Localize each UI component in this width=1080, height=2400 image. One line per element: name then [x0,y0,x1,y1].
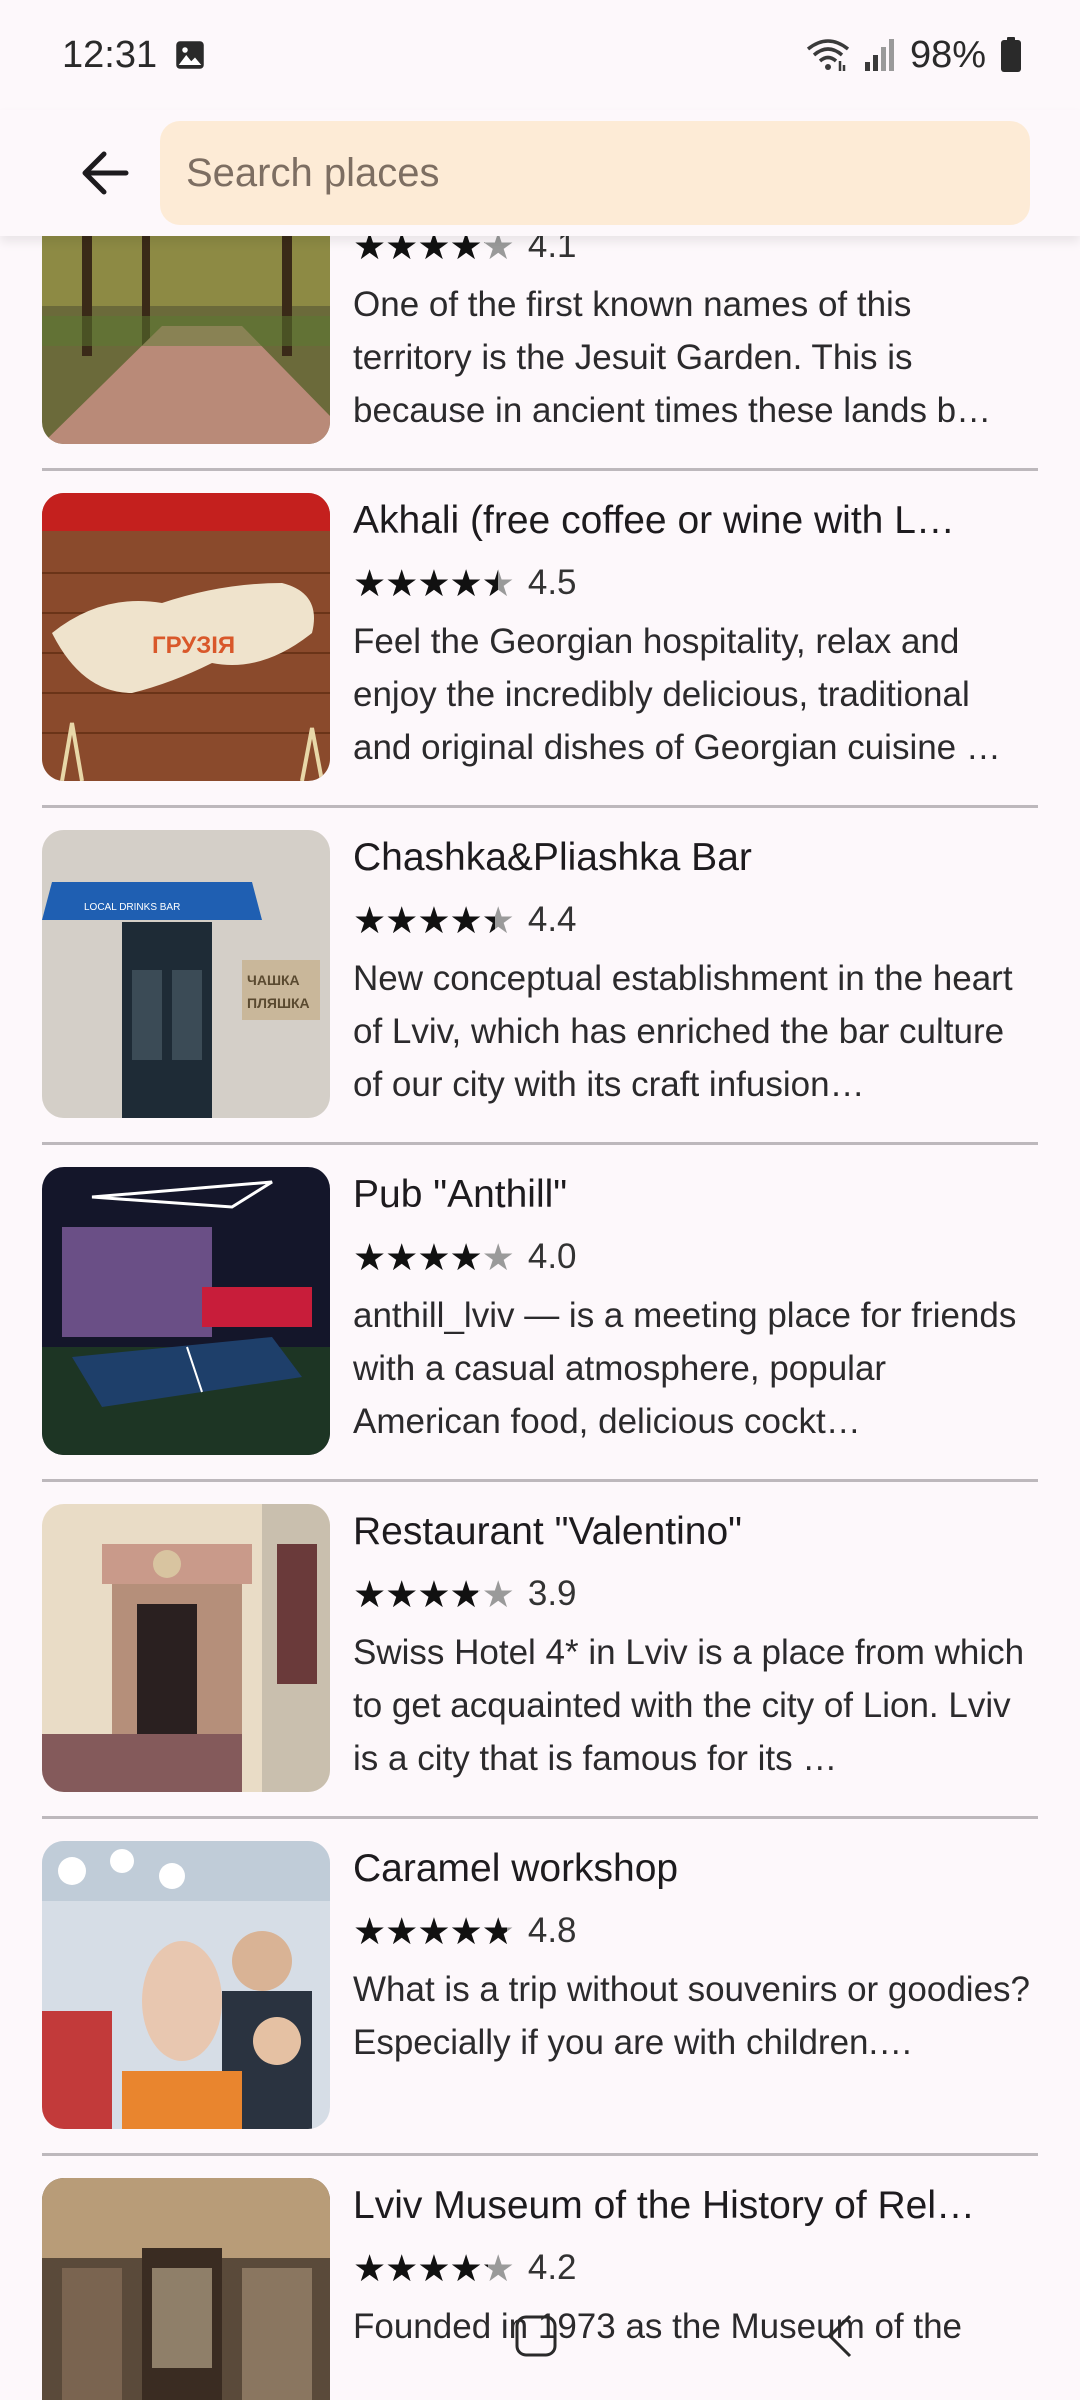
place-thumbnail: ГРУЗІЯ [42,493,330,781]
place-content: Akhali (free coffee or wine with L… ★★★★… [353,493,1033,774]
place-thumbnail [42,1167,330,1455]
place-content: ★★★★★★★★★★ 4.1 One of the first known na… [353,236,1033,437]
rating-row: ★★★★★★★★★★ 3.9 [353,1566,1033,1622]
rating-value: 4.4 [527,900,577,939]
place-content: Pub "Anthill" ★★★★★★★★★★ 4.0 anthill_lvi… [353,1167,1033,1448]
clock: 12:31 [62,33,158,76]
place-item[interactable]: Lviv Museum of the History of Rel… ★★★★★… [42,2156,1038,2400]
star-rating: ★★★★★★★★★★ [353,1910,515,1952]
rating-value: 4.5 [527,563,577,602]
star-rating: ★★★★★★★★★★ [353,1236,515,1278]
rating-row: ★★★★★★★★★★ 4.4 [353,892,1033,948]
place-item[interactable]: LOCAL DRINKS BAR ЧАШКА ПЛЯШКА Chashka&Pl… [42,808,1038,1145]
battery-percent: 98% [909,33,986,76]
place-title: Lviv Museum of the History of Rel… [353,2184,976,2227]
place-thumbnail [42,1504,330,1792]
star-rating: ★★★★★★★★★★ [353,236,515,267]
rating-value: 4.2 [527,2248,577,2287]
place-content: Chashka&Pliashka Bar ★★★★★★★★★★ 4.4 New … [353,830,1033,1111]
place-content: Lviv Museum of the History of Rel… ★★★★★… [353,2178,1033,2400]
place-description: Swiss Hotel 4* in Lviv is a place from w… [353,1633,1025,1778]
place-description: One of the first known names of this ter… [353,285,992,430]
place-content: Caramel workshop ★★★★★ ★★★★★ 4.8 What is … [353,1841,1033,2122]
rating-value: 4.8 [527,1911,577,1950]
rating-row: ★★★★★★★★★★ 4.2 [353,2240,1033,2296]
status-bar: 12:31 98% [0,0,1080,110]
place-thumbnail [42,2178,330,2400]
rating-value: 4.1 [527,236,577,265]
place-item[interactable]: ★★★★★★★★★★ 4.1 One of the first known na… [42,236,1038,471]
star-rating: ★★★★★★★★★★ [353,2247,515,2289]
place-thumbnail: LOCAL DRINKS BAR ЧАШКА ПЛЯШКА [42,830,330,1118]
place-item[interactable]: ГРУЗІЯ Akhali (free coffee or wine with … [42,471,1038,808]
places-list-content: ★★★★★★★★★★ 4.1 One of the first known na… [0,236,1080,2400]
rating-row: ★★★★★ ★★★★★ 4.8 [353,1903,1033,1959]
star-rating: ★★★★★★★★★★ [353,899,515,941]
place-thumbnail [42,236,330,444]
rating-value: 4.0 [527,1237,577,1276]
place-item[interactable]: Pub "Anthill" ★★★★★★★★★★ 4.0 anthill_lvi… [42,1145,1038,1482]
arrow-back-icon [82,151,129,195]
place-title: Akhali (free coffee or wine with L… [353,499,955,542]
rating-row: ★★★★★★★★★★ 4.5 [353,555,1033,611]
awning-label: LOCAL DRINKS BAR [84,902,180,913]
place-item[interactable]: Caramel workshop ★★★★★ ★★★★★ 4.8 What is … [42,1819,1038,2156]
star-rating: ★★★★★★★★★★ [353,562,515,604]
place-description: New conceptual establishment in the hear… [353,959,1013,1104]
place-description: What is a trip without souvenirs or good… [353,1970,1030,2062]
sign-label-1: ЧАШКА [247,972,300,988]
place-description: anthill_lviv — is a meeting place for fr… [353,1296,1017,1441]
map-label: ГРУЗІЯ [152,632,235,659]
place-description: Founded in 1973 as the Museum of the [353,2307,963,2346]
place-title: Restaurant "Valentino" [353,1510,743,1553]
place-title: Chashka&Pliashka Bar [353,836,752,879]
search-placeholder: Search places [186,150,440,195]
star-rating: ★★★★★★★★★★ [353,1573,515,1615]
place-title: Pub "Anthill" [353,1173,568,1216]
search-input[interactable]: Search places [160,121,1030,225]
places-list[interactable]: ★★★★★★★★★★ 4.1 One of the first known na… [0,236,1080,2400]
status-right: 98% [806,34,1022,77]
back-button[interactable] [50,118,160,228]
image-icon [176,41,204,69]
place-content: Restaurant "Valentino" ★★★★★★★★★★ 3.9 Sw… [353,1504,1033,1785]
place-title: Caramel workshop [353,1847,679,1890]
rating-value: 3.9 [527,1574,577,1613]
status-left: 12:31 [62,34,205,77]
place-description: Feel the Georgian hospitality, relax and… [353,622,1001,767]
battery-icon [1001,37,1021,72]
wifi-icon [806,39,850,71]
rating-row: ★★★★★★★★★★ 4.0 [353,1229,1033,1285]
place-thumbnail [42,1841,330,2129]
rating-row: ★★★★★★★★★★ 4.1 [353,236,1033,274]
top-app-bar: Search places [0,110,1080,236]
sign-label-2: ПЛЯШКА [247,995,310,1011]
signal-icon [864,39,894,71]
place-item[interactable]: Restaurant "Valentino" ★★★★★★★★★★ 3.9 Sw… [42,1482,1038,1819]
